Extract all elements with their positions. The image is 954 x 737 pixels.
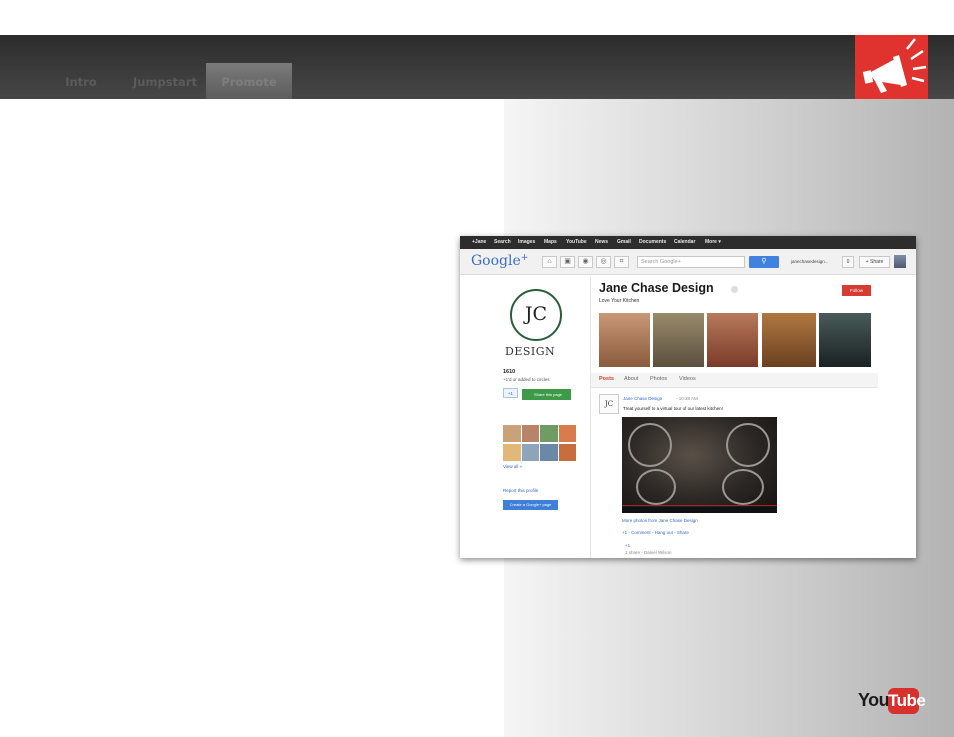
photo-strip (599, 313, 871, 367)
share-count[interactable]: 1 share - Daniel Wilson (625, 550, 672, 555)
page-tagline: Love Your Kitchen (599, 298, 640, 304)
slide: Intro Jumpstart Promote +Jane Search Ima… (0, 0, 954, 737)
burner-grate (722, 469, 764, 505)
games-icon[interactable]: ⌗ (614, 256, 629, 268)
brand-logo: JC (510, 289, 562, 341)
photo-thumbnail[interactable] (707, 313, 758, 367)
avatar[interactable] (521, 425, 539, 442)
circle-avatars (503, 425, 576, 461)
burner-grate (628, 423, 672, 467)
gbar-item[interactable]: +Jane (472, 236, 486, 249)
post-time[interactable]: - 10:38 AM (676, 396, 698, 401)
share-button[interactable]: + Share (859, 256, 890, 268)
follow-button[interactable]: Follow (842, 285, 871, 296)
profile-sidebar: JC DESIGN 1610 +1'd or added to circles … (460, 276, 591, 558)
post-actions[interactable]: +1 - Comment - Hang out - Share (622, 530, 689, 535)
google-plus-screenshot: +Jane Search Images Maps YouTube News Gm… (460, 236, 916, 558)
post-text: Treat yourself to a virtual tour of our … (623, 406, 723, 411)
avatar[interactable] (540, 443, 558, 461)
avatar[interactable] (521, 443, 539, 461)
avatar[interactable] (503, 425, 521, 442)
gbar-item[interactable]: Images (518, 236, 535, 249)
google-plus-logo[interactable]: Google+ (471, 253, 528, 269)
gbar-item[interactable]: Calendar (674, 236, 695, 249)
tab-photos[interactable]: Photos (650, 376, 667, 382)
megaphone-icon (855, 35, 928, 99)
tab-posts[interactable]: Posts (599, 376, 614, 382)
report-profile-link[interactable]: Report this profile (503, 488, 538, 493)
gbar-item[interactable]: Maps (544, 236, 557, 249)
logo-plus: + (520, 253, 529, 263)
video-player[interactable] (622, 417, 777, 513)
photo-thumbnail[interactable] (819, 313, 871, 367)
video-controls[interactable] (622, 507, 777, 513)
verified-icon (731, 286, 738, 293)
gbar-item[interactable]: YouTube (566, 236, 587, 249)
gbar-item[interactable]: News (595, 236, 608, 249)
google-black-bar: +Jane Search Images Maps YouTube News Gm… (460, 236, 916, 249)
share-page-button[interactable]: Share this page (522, 389, 571, 400)
tab-videos[interactable]: Videos (679, 376, 696, 382)
video-progress[interactable] (622, 505, 777, 506)
plus-one-button[interactable]: +1 (503, 388, 518, 398)
post-avatar[interactable]: JC (599, 394, 619, 414)
profile-tabs: Posts About Photos Videos (591, 373, 878, 388)
avatar[interactable] (558, 425, 576, 442)
youtube-tube: Tube (888, 688, 926, 714)
view-all-link[interactable]: View all » (503, 464, 522, 469)
hangouts-icon[interactable]: ◎ (596, 256, 611, 268)
profile-icon[interactable]: ◉ (578, 256, 593, 268)
notification-count[interactable]: 0 (842, 256, 854, 268)
plus-one-count[interactable]: +1 (625, 543, 630, 548)
page-title: Jane Chase Design (599, 281, 714, 295)
post-author[interactable]: Jane Chase Design (623, 396, 662, 401)
photo-thumbnail[interactable] (599, 313, 650, 367)
logo-text: Google (471, 253, 521, 269)
avatar[interactable] (540, 425, 558, 442)
brand-wordmark: DESIGN (505, 345, 556, 358)
tab-jumpstart[interactable]: Jumpstart (122, 63, 208, 99)
follower-count: 1610 (503, 369, 516, 375)
user-name-link[interactable]: janechasedesign... (791, 259, 829, 264)
photos-icon[interactable]: ▣ (560, 256, 575, 268)
burner-grate (636, 469, 676, 505)
avatar[interactable] (894, 255, 906, 268)
burner-grate (726, 423, 770, 467)
avatar[interactable] (503, 443, 521, 461)
search-input[interactable]: Search Google+ (637, 256, 745, 268)
tab-intro[interactable]: Intro (38, 63, 124, 99)
gbar-item[interactable]: Gmail (617, 236, 631, 249)
home-icon[interactable]: ⌂ (542, 256, 557, 268)
search-button[interactable]: ⚲ (749, 256, 779, 268)
gbar-item[interactable]: Search (494, 236, 511, 249)
photo-thumbnail[interactable] (762, 313, 816, 367)
create-page-button[interactable]: Create a Google+ page (503, 500, 558, 510)
follower-caption: +1'd or added to circles (503, 377, 550, 382)
gbar-item[interactable]: More ▾ (705, 236, 721, 249)
gbar-item[interactable]: Documents (639, 236, 666, 249)
avatar[interactable] (558, 443, 576, 461)
tab-about[interactable]: About (624, 376, 638, 382)
youtube-you: You (858, 690, 890, 710)
header-bar: Intro Jumpstart Promote (0, 35, 954, 99)
google-plus-header: Google+ ⌂ ▣ ◉ ◎ ⌗ Search Google+ ⚲ janec… (460, 249, 916, 275)
photo-thumbnail[interactable] (653, 313, 704, 367)
tab-promote[interactable]: Promote (206, 63, 292, 99)
more-photos-link[interactable]: More photos from Jane Chase Design (622, 518, 698, 523)
